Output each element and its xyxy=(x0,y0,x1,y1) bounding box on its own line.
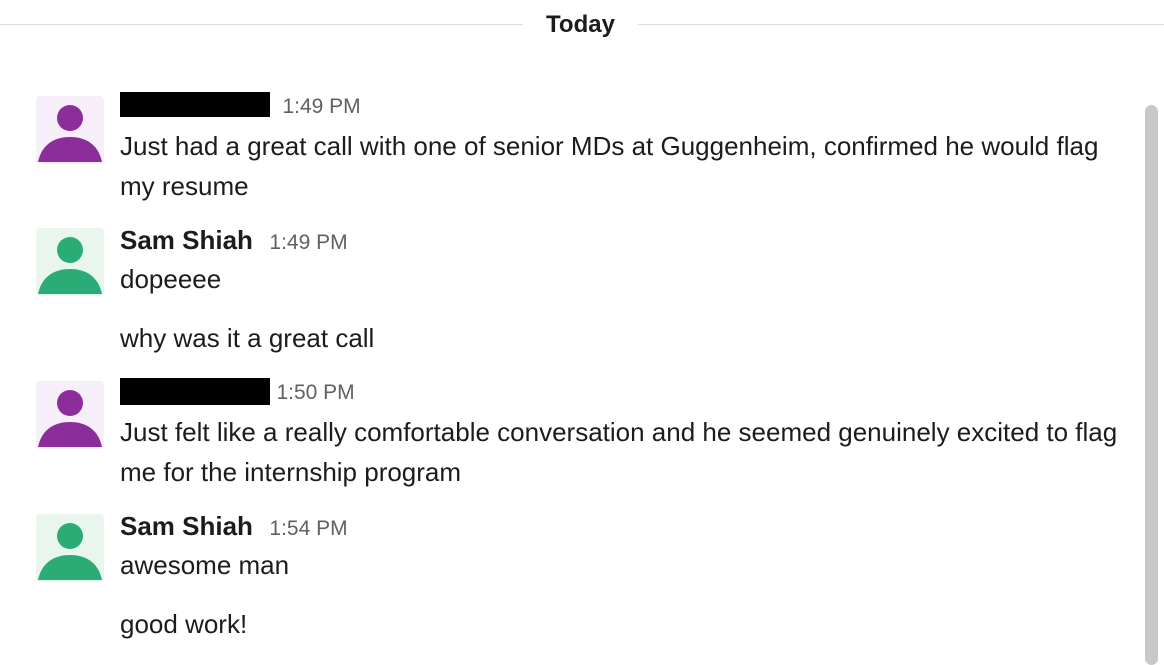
user-avatar-icon xyxy=(38,105,102,162)
avatar[interactable] xyxy=(36,514,104,582)
message-text: Just had a great call with one of senior… xyxy=(120,131,1099,201)
divider-line-left xyxy=(0,24,523,25)
message-header: 1:50 PM xyxy=(120,378,355,408)
user-avatar-icon xyxy=(38,237,102,294)
date-divider-label[interactable]: Today xyxy=(523,10,638,40)
user-avatar-icon xyxy=(38,390,102,447)
date-divider: Today xyxy=(0,0,1164,50)
redacted-sender-name xyxy=(120,378,270,405)
message-timestamp[interactable]: 1:49 PM xyxy=(282,95,360,118)
avatar[interactable] xyxy=(36,228,104,296)
message-header: 1:49 PM xyxy=(120,92,361,122)
message-text: Just felt like a really comfortable conv… xyxy=(120,417,1118,487)
message-timestamp[interactable]: 1:54 PM xyxy=(269,517,347,540)
message-timestamp[interactable]: 1:49 PM xyxy=(269,231,347,254)
message-text: dopeeee xyxy=(120,264,222,294)
message-timestamp[interactable]: 1:50 PM xyxy=(276,381,354,404)
sender-name[interactable]: Sam Shiah xyxy=(120,225,253,255)
message-text: why was it a great call xyxy=(120,323,375,353)
avatar[interactable] xyxy=(36,381,104,449)
message-text: awesome man xyxy=(120,550,290,580)
avatar[interactable] xyxy=(36,96,104,164)
scrollbar-thumb[interactable] xyxy=(1145,105,1158,665)
message-header: Sam Shiah 1:54 PM xyxy=(120,511,348,541)
redacted-sender-name xyxy=(120,92,270,117)
message-header: Sam Shiah 1:49 PM xyxy=(120,225,348,255)
user-avatar-icon xyxy=(38,523,102,580)
sender-name[interactable]: Sam Shiah xyxy=(120,511,253,541)
message-text: good work! xyxy=(120,609,248,639)
divider-line-right xyxy=(638,24,1164,25)
scrollbar[interactable] xyxy=(1142,95,1164,665)
